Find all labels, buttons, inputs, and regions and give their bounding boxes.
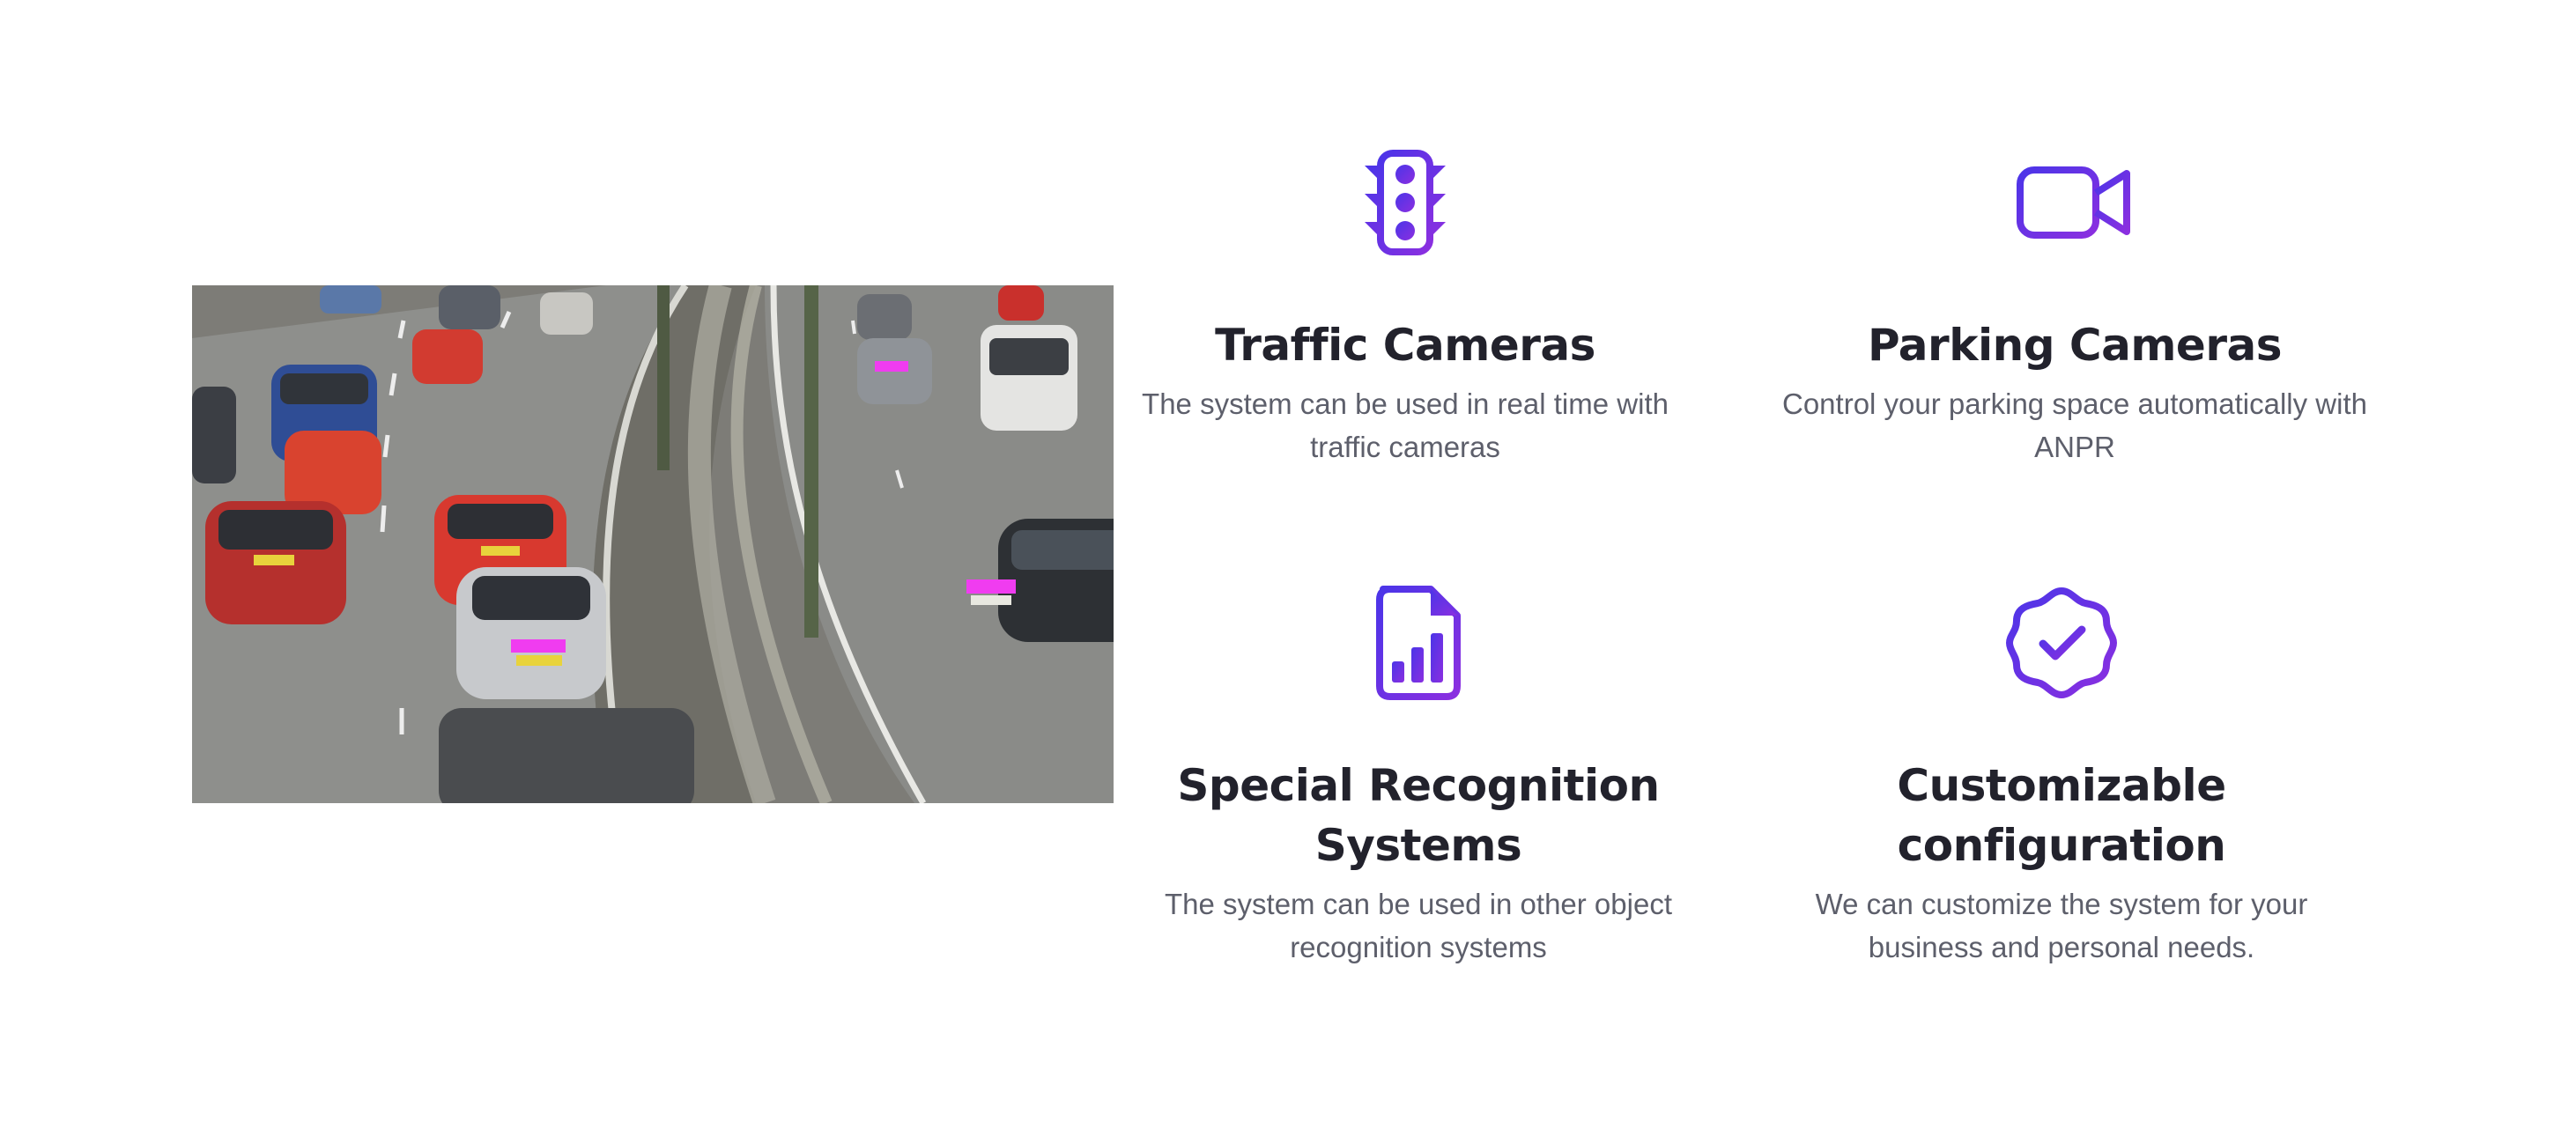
- feature-customizable-configuration: Customizable configuration We can custom…: [1775, 581, 2348, 969]
- feature-description: The system can be used in real time with…: [1142, 387, 1669, 463]
- feature-traffic-cameras: Traffic Cameras The system can be used i…: [1119, 141, 1691, 469]
- feature-title: Special Recognition Systems: [1177, 760, 1660, 871]
- chart-file-icon: [1132, 581, 1705, 705]
- feature-description: The system can be used in other object r…: [1165, 888, 1672, 963]
- feature-description: Control your parking space automatically…: [1782, 387, 2367, 463]
- video-camera-icon: [1780, 141, 2370, 264]
- feature-title: Customizable configuration: [1897, 760, 2226, 871]
- feature-description: We can customize the system for your bus…: [1815, 888, 2308, 963]
- feature-special-recognition: Special Recognition Systems The system c…: [1132, 581, 1705, 969]
- feature-title: Parking Cameras: [1868, 320, 2283, 371]
- feature-parking-cameras: Parking Cameras Control your parking spa…: [1780, 141, 2370, 469]
- feature-title: Traffic Cameras: [1215, 320, 1595, 371]
- traffic-light-icon: [1119, 141, 1691, 264]
- verified-badge-icon: [1775, 581, 2348, 705]
- highway-anpr-photo: [192, 285, 1114, 803]
